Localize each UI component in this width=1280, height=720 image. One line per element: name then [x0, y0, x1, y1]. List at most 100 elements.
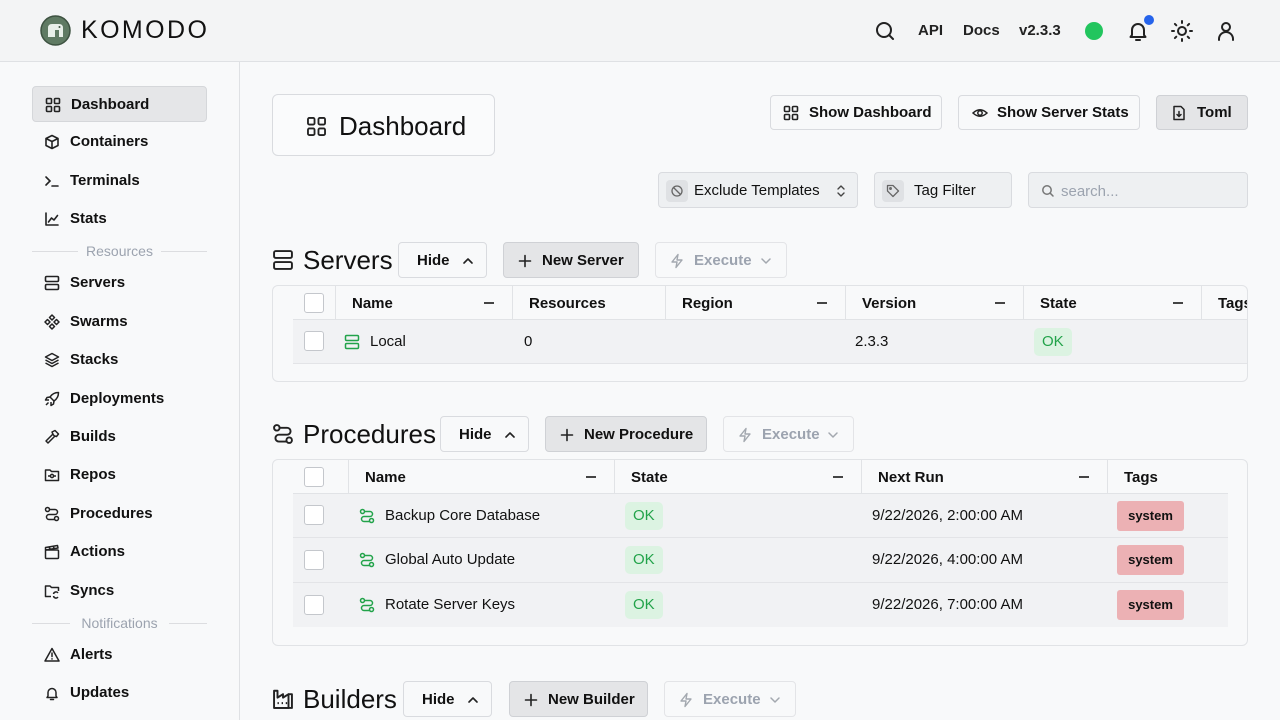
row-checkbox[interactable]	[304, 595, 324, 615]
folder-sync-icon	[44, 583, 60, 599]
builders-hide-button[interactable]: Hide	[403, 681, 492, 717]
status-badge: OK	[1034, 328, 1072, 356]
server-resources: 0	[524, 333, 533, 350]
procedure-name-link[interactable]: Global Auto Update	[385, 551, 515, 568]
servers-hide-button[interactable]: Hide	[398, 242, 487, 278]
sidebar-item-label: Stacks	[70, 351, 119, 368]
sidebar-item-stacks[interactable]: Stacks	[32, 342, 207, 378]
minus-icon[interactable]	[833, 476, 843, 478]
table-row[interactable]: Global Auto Update OK 9/22/2026, 4:00:00…	[293, 538, 1228, 583]
new-server-button[interactable]: New Server	[503, 242, 639, 278]
minus-icon[interactable]	[484, 302, 494, 304]
select-all-checkbox[interactable]	[304, 467, 324, 487]
minus-icon[interactable]	[1079, 476, 1089, 478]
sidebar-item-syncs[interactable]: Syncs	[32, 573, 207, 609]
button-label: Show Dashboard	[809, 104, 932, 121]
sidebar-item-actions[interactable]: Actions	[32, 534, 207, 570]
tag-filter-label: Tag Filter	[914, 182, 976, 199]
new-builder-button[interactable]: New Builder	[509, 681, 648, 717]
builders-execute-button[interactable]: Execute	[664, 681, 796, 717]
chevron-up-icon	[502, 427, 518, 443]
docs-link[interactable]: Docs	[963, 22, 1000, 39]
sidebar-item-terminals[interactable]: Terminals	[32, 163, 207, 199]
sidebar-item-repos[interactable]: Repos	[32, 457, 207, 493]
row-checkbox[interactable]	[304, 505, 324, 525]
sun-icon[interactable]	[1170, 19, 1194, 43]
column-header-version[interactable]: Version	[846, 286, 1024, 320]
select-all-checkbox[interactable]	[304, 293, 324, 313]
new-procedure-button[interactable]: New Procedure	[545, 416, 707, 452]
column-header-tags[interactable]: Tags	[1202, 286, 1247, 320]
komodo-logo-icon[interactable]	[40, 15, 71, 46]
column-header-name[interactable]: Name	[349, 460, 615, 494]
sidebar-item-stats[interactable]: Stats	[32, 201, 207, 237]
procedures-execute-button[interactable]: Execute	[723, 416, 854, 452]
version-label[interactable]: v2.3.3	[1019, 22, 1061, 39]
toml-button[interactable]: Toml	[1156, 95, 1248, 130]
tag-filter-button[interactable]: Tag Filter	[874, 172, 1012, 208]
sidebar-item-procedures[interactable]: Procedures	[32, 496, 207, 532]
sidebar-item-dashboard[interactable]: Dashboard	[32, 86, 207, 122]
table-row[interactable]: Backup Core Database OK 9/22/2026, 2:00:…	[293, 494, 1228, 538]
tag-badge[interactable]: system	[1117, 590, 1184, 620]
row-checkbox[interactable]	[304, 331, 324, 351]
layers-icon	[44, 352, 60, 368]
button-label: Hide	[422, 691, 455, 708]
status-indicator[interactable]	[1085, 22, 1103, 40]
brand-title[interactable]: KOMODO	[81, 16, 209, 45]
minus-icon[interactable]	[586, 476, 596, 478]
column-title: Resources	[529, 295, 606, 312]
server-icon	[44, 275, 60, 291]
route-icon	[359, 508, 375, 524]
sidebar-item-swarms[interactable]: Swarms	[32, 304, 207, 340]
next-run-time: 9/22/2026, 7:00:00 AM	[872, 596, 1023, 613]
procedure-name-link[interactable]: Rotate Server Keys	[385, 596, 515, 613]
user-icon[interactable]	[1214, 19, 1238, 43]
minus-icon[interactable]	[1173, 302, 1183, 304]
column-header-resources[interactable]: Resources	[513, 286, 666, 320]
table-row[interactable]: Rotate Server Keys OK 9/22/2026, 7:00:00…	[293, 583, 1228, 627]
next-run-time: 9/22/2026, 4:00:00 AM	[872, 551, 1023, 568]
server-name-link[interactable]: Local	[370, 333, 406, 350]
table-row[interactable]: Local 0 2.3.3 OK	[293, 320, 1247, 364]
file-download-icon	[1171, 105, 1187, 121]
procedures-hide-button[interactable]: Hide	[440, 416, 529, 452]
minus-icon[interactable]	[995, 302, 1005, 304]
column-header-next-run[interactable]: Next Run	[862, 460, 1108, 494]
sidebar-item-label: Actions	[70, 543, 126, 560]
sidebar-item-containers[interactable]: Containers	[32, 124, 207, 160]
column-header-region[interactable]: Region	[666, 286, 846, 320]
sidebar-item-servers[interactable]: Servers	[32, 265, 207, 301]
sidebar-item-label: Terminals	[70, 172, 140, 189]
sidebar-item-label: Updates	[70, 684, 130, 701]
search-input[interactable]	[1061, 180, 1237, 202]
route-icon	[359, 552, 375, 568]
template-filter-select[interactable]: Exclude Templates	[658, 172, 858, 208]
tag-badge[interactable]: system	[1117, 501, 1184, 531]
search-icon[interactable]	[873, 19, 897, 43]
servers-execute-button[interactable]: Execute	[655, 242, 787, 278]
sidebar-item-alerts[interactable]: Alerts	[32, 637, 207, 673]
column-header-name[interactable]: Name	[336, 286, 513, 320]
tag-badge[interactable]: system	[1117, 545, 1184, 575]
sidebar-item-updates[interactable]: Updates	[32, 675, 207, 711]
chevron-up-icon	[465, 692, 481, 708]
column-header-state[interactable]: State	[1024, 286, 1202, 320]
show-server-stats-button[interactable]: Show Server Stats	[958, 95, 1140, 130]
api-link[interactable]: API	[918, 22, 943, 39]
column-header-state[interactable]: State	[615, 460, 862, 494]
column-title: Name	[365, 469, 406, 486]
show-dashboard-button[interactable]: Show Dashboard	[770, 95, 942, 130]
sidebar-item-label: Servers	[70, 274, 126, 291]
button-label: Execute	[694, 252, 752, 269]
ban-icon	[666, 180, 688, 202]
column-header-tags[interactable]: Tags	[1108, 460, 1228, 494]
zap-icon	[678, 692, 694, 708]
sidebar-item-deployments[interactable]: Deployments	[32, 381, 207, 417]
procedure-name-link[interactable]: Backup Core Database	[385, 507, 540, 524]
sidebar-item-builds[interactable]: Builds	[32, 419, 207, 455]
status-badge: OK	[625, 591, 663, 619]
sidebar-item-label: Swarms	[70, 313, 128, 330]
row-checkbox[interactable]	[304, 550, 324, 570]
minus-icon[interactable]	[817, 302, 827, 304]
